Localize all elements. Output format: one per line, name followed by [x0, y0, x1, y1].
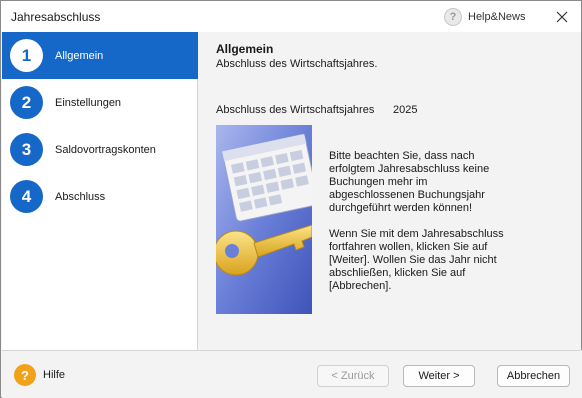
step-allgemein[interactable]: 1 Allgemein	[2, 32, 198, 79]
close-button[interactable]	[552, 7, 572, 27]
fiscal-year-value: 2025	[393, 104, 418, 116]
question-circle-orange-icon: ?	[14, 364, 36, 386]
question-circle-icon: ?	[444, 8, 462, 26]
info-text: Bitte beachten Sie, dass nach erfolgtem …	[329, 150, 509, 306]
page-subtitle: Abschluss des Wirtschaftsjahres.	[216, 58, 378, 70]
window-title: Jahresabschluss	[11, 10, 101, 24]
cancel-button[interactable]: Abbrechen	[497, 365, 570, 387]
page-title: Allgemein	[216, 42, 274, 56]
step-saldovortragskonten[interactable]: 3 Saldovortragskonten	[2, 126, 198, 173]
step-label: Allgemein	[55, 49, 104, 62]
step-number-badge: 3	[10, 133, 43, 166]
step-number-badge: 2	[10, 86, 43, 119]
content-panel: Allgemein Abschluss des Wirtschaftsjahre…	[199, 32, 581, 350]
step-label: Abschluss	[55, 190, 106, 203]
warning-paragraph: Bitte beachten Sie, dass nach erfolgtem …	[329, 150, 490, 214]
next-button[interactable]: Weiter >	[403, 365, 475, 387]
step-label: Saldovortragskonten	[55, 143, 156, 156]
close-icon	[556, 11, 568, 23]
help-news-label: Help&News	[468, 11, 526, 23]
dialog-window: Jahresabschluss ? Help&News 1 Allgemein …	[0, 0, 582, 398]
instruction-paragraph: Wenn Sie mit dem Jahresabschluss fortfah…	[329, 228, 504, 292]
wizard-steps-sidebar: 1 Allgemein 2 Einstellungen 3 Saldovortr…	[2, 32, 198, 350]
step-number-badge: 1	[10, 39, 43, 72]
title-bar: Jahresabschluss ? Help&News	[1, 1, 581, 32]
help-news-button[interactable]: ? Help&News	[444, 7, 525, 27]
help-label: Hilfe	[43, 369, 66, 381]
help-button[interactable]: ? Hilfe	[14, 364, 65, 386]
calendar-key-illustration	[216, 125, 312, 314]
step-label: Einstellungen	[55, 96, 122, 109]
button-bar: ? Hilfe < Zurück Weiter > Abbrechen	[2, 350, 582, 398]
step-number-badge: 4	[10, 180, 43, 213]
back-button[interactable]: < Zurück	[317, 365, 389, 387]
step-abschluss[interactable]: 4 Abschluss	[2, 173, 198, 220]
step-einstellungen[interactable]: 2 Einstellungen	[2, 79, 198, 126]
fiscal-year-label: Abschluss des Wirtschaftsjahres	[216, 104, 375, 116]
